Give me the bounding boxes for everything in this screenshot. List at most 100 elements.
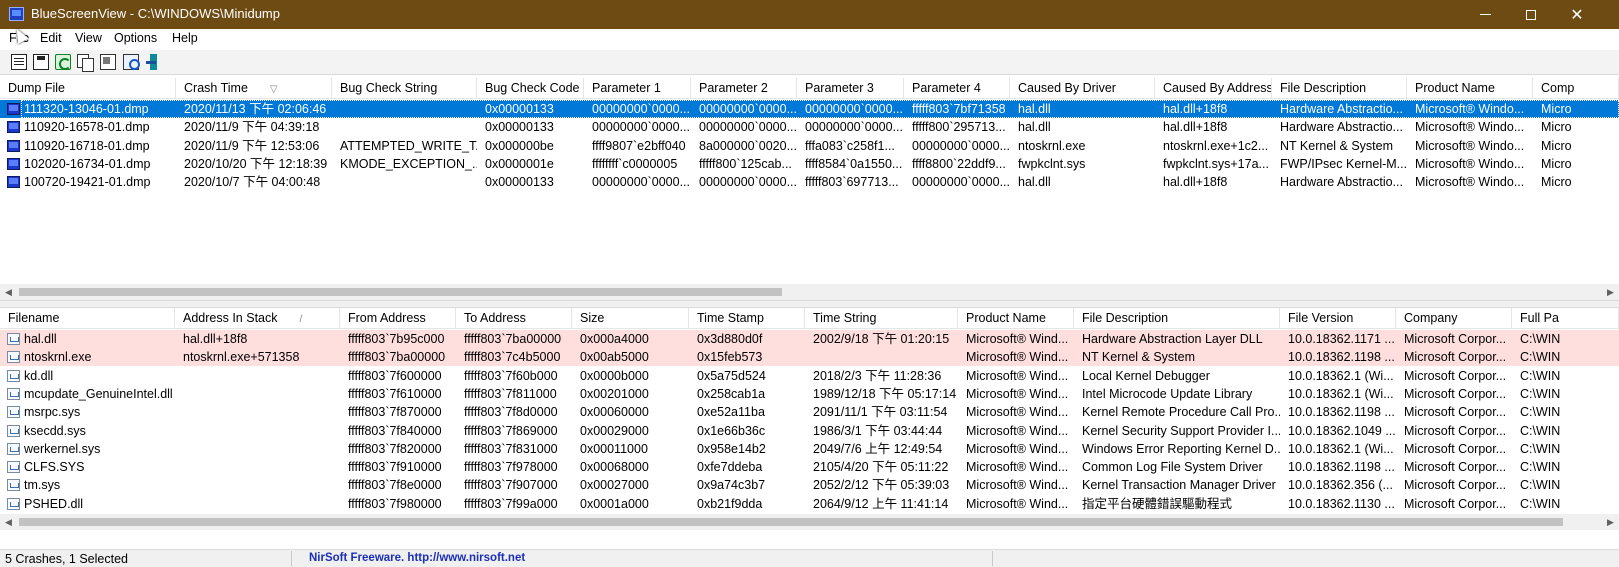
column-header-size[interactable]: Size <box>572 308 689 329</box>
column-header-caused-by-address[interactable]: Caused By Address <box>1155 78 1272 99</box>
cell-address-in-stack <box>175 385 340 403</box>
driver-row[interactable]: werkernel.sys fffff803`7f820000 fffff803`7… <box>0 440 1619 458</box>
driver-row[interactable]: mcupdate_GenuineIntel.dll fffff803`7f6100… <box>0 385 1619 403</box>
crash-row[interactable]: 102020-16734-01.dmp 2020/10/20 下午 12:18:3… <box>0 155 1619 173</box>
crashes-header: Dump File Crash Time ▽ Bug Check String Bug … <box>0 78 1619 99</box>
save-icon[interactable] <box>33 54 49 70</box>
column-header-full-pa[interactable]: Full Pa <box>1512 308 1619 329</box>
menu-view[interactable]: View <box>75 31 102 45</box>
scroll-left-icon[interactable]: ◀ <box>0 514 17 530</box>
column-header-time-string[interactable]: Time String <box>805 308 958 329</box>
column-header-time-stamp[interactable]: Time Stamp <box>689 308 805 329</box>
column-header-file-version[interactable]: File Version <box>1280 308 1396 329</box>
copy-icon[interactable] <box>77 54 94 72</box>
cell-filename: werkernel.sys <box>24 441 101 456</box>
cell-time-stamp: 0x5a75d524 <box>697 368 766 383</box>
column-header-parameter-3[interactable]: Parameter 3 <box>797 78 904 99</box>
driver-row[interactable]: tm.sys fffff803`7f8e0000 fffff803`7f907000… <box>0 476 1619 494</box>
column-header-label: From Address <box>348 311 426 325</box>
cell-company: Microsoft Corpor... <box>1404 423 1507 438</box>
maximize-button[interactable] <box>1508 0 1554 29</box>
column-header-bug-check-code[interactable]: Bug Check Code <box>477 78 584 99</box>
column-header-label: To Address <box>464 311 526 325</box>
cell-caused-by-driver: fwpkclnt.sys <box>1018 156 1086 171</box>
column-header-label: Parameter 2 <box>699 81 768 95</box>
column-header-comp[interactable]: Comp <box>1533 78 1619 99</box>
close-icon: ✕ <box>1570 6 1584 24</box>
cell-bug-check-code: 0x000000be <box>485 138 554 153</box>
crash-row[interactable]: 100720-19421-01.dmp 2020/10/7 下午 04:00:48… <box>0 173 1619 191</box>
cell-size: 0x00029000 <box>580 423 649 438</box>
menu-help[interactable]: Help <box>172 31 198 45</box>
status-divider <box>291 551 292 566</box>
driver-row[interactable]: kd.dll fffff803`7f600000 fffff803`7f60b000… <box>0 367 1619 385</box>
cell-file-description: FWP/IPsec Kernel-M... <box>1280 156 1407 171</box>
html-report-icon[interactable] <box>123 54 140 70</box>
column-header-label: Time Stamp <box>697 311 764 325</box>
column-header-filename[interactable]: Filename <box>0 308 175 329</box>
cell-full-pa: C:\WIN <box>1520 405 1561 420</box>
column-header-file-description[interactable]: File Description <box>1074 308 1280 329</box>
cell-file-description: NT Kernel & System <box>1280 138 1394 153</box>
column-header-product-name[interactable]: Product Name <box>1407 78 1533 99</box>
cell-crash-time: 2020/11/9 下午 12:53:06 <box>184 138 320 153</box>
minimize-button[interactable] <box>1462 0 1508 29</box>
cell-dump-file: 110920-16578-01.dmp <box>24 120 150 135</box>
crash-row[interactable]: 111320-13046-01.dmp 2020/11/13 下午 02:06:4… <box>0 100 1619 118</box>
column-header-address-in-stack[interactable]: Address In Stack / <box>175 308 340 329</box>
column-header-product-name[interactable]: Product Name <box>958 308 1074 329</box>
cell-time-string: 2064/9/12 上午 11:41:14 <box>813 496 949 511</box>
crashes-list[interactable]: Dump File Crash Time ▽ Bug Check String Bug … <box>0 78 1619 300</box>
pane-splitter[interactable] <box>0 300 1619 308</box>
column-header-label: Filename <box>8 311 60 325</box>
cell-file-description: Hardware Abstractio... <box>1280 175 1403 190</box>
driver-row[interactable]: ksecdd.sys fffff803`7f840000 fffff803`7f86… <box>0 422 1619 440</box>
refresh-icon[interactable] <box>55 54 71 70</box>
crash-row[interactable]: 110920-16718-01.dmp 2020/11/9 下午 12:53:06… <box>0 137 1619 155</box>
scroll-right-icon[interactable]: ▶ <box>1602 284 1619 300</box>
scroll-left-icon[interactable]: ◀ <box>0 284 17 300</box>
scrollbar-thumb[interactable] <box>19 518 1563 526</box>
driver-row[interactable]: CLFS.SYS fffff803`7f910000 fffff803`7f9780… <box>0 458 1619 476</box>
column-header-to-address[interactable]: To Address <box>456 308 572 329</box>
column-header-label: Size <box>580 311 605 325</box>
scrollbar-thumb[interactable] <box>19 288 782 296</box>
drivers-horizontal-scrollbar[interactable]: ◀ ▶ <box>0 514 1619 530</box>
cell-file-version: 10.0.18362.356 (... <box>1288 478 1393 493</box>
close-button[interactable]: ✕ <box>1554 0 1600 29</box>
column-header-crash-time[interactable]: Crash Time ▽ <box>176 78 332 99</box>
driver-row[interactable]: ntoskrnl.exe ntoskrnl.exe+571358 fffff803`… <box>0 348 1619 367</box>
nirsoft-link[interactable]: NirSoft Freeware. http://www.nirsoft.net <box>309 552 525 564</box>
cell-caused-by-driver: ntoskrnl.exe <box>1018 138 1086 153</box>
column-header-bug-check-string[interactable]: Bug Check String <box>332 78 477 99</box>
cell-product-name: Microsoft® Wind... <box>966 386 1069 401</box>
driver-row[interactable]: PSHED.dll fffff803`7f980000 fffff803`7f99a… <box>0 495 1619 513</box>
advanced-options-icon[interactable] <box>100 54 116 70</box>
menu-options[interactable]: Options <box>114 31 157 45</box>
column-header-parameter-2[interactable]: Parameter 2 <box>691 78 797 99</box>
cell-time-stamp: 0xe52a11ba <box>697 405 765 420</box>
cell-bug-check-code: 0x00000133 <box>485 120 554 135</box>
column-header-parameter-1[interactable]: Parameter 1 <box>584 78 691 99</box>
cell-product-name: Microsoft® Windo... <box>1415 175 1525 190</box>
cell-company: Microsoft Corpor... <box>1404 350 1507 365</box>
column-header-dump-file[interactable]: Dump File <box>0 78 176 99</box>
scroll-right-icon[interactable]: ▶ <box>1602 514 1619 530</box>
column-header-company[interactable]: Company <box>1396 308 1512 329</box>
column-header-file-description[interactable]: File Description <box>1272 78 1407 99</box>
column-header-caused-by-driver[interactable]: Caused By Driver <box>1010 78 1155 99</box>
crash-row[interactable]: 110920-16578-01.dmp 2020/11/9 下午 04:39:18… <box>0 118 1619 136</box>
cell-full-pa: C:\WIN <box>1520 386 1561 401</box>
cell-address-in-stack <box>175 422 340 440</box>
menu-edit[interactable]: Edit <box>40 31 62 45</box>
column-header-from-address[interactable]: From Address <box>340 308 456 329</box>
properties-icon[interactable] <box>11 54 27 70</box>
cell-caused-by-address: fwpkclnt.sys+17a... <box>1163 156 1269 171</box>
cell-caused-by-driver: hal.dll <box>1018 120 1051 135</box>
driver-row[interactable]: msrpc.sys fffff803`7f870000 fffff803`7f8d0… <box>0 403 1619 421</box>
driver-row[interactable]: hal.dll hal.dll+18f8 fffff803`7b95c000 ffff… <box>0 330 1619 348</box>
drivers-list[interactable]: Filename Address In Stack / From Address To … <box>0 308 1619 530</box>
exit-icon[interactable] <box>145 54 161 70</box>
crashes-horizontal-scrollbar[interactable]: ◀ ▶ <box>0 284 1619 300</box>
column-header-parameter-4[interactable]: Parameter 4 <box>904 78 1010 99</box>
